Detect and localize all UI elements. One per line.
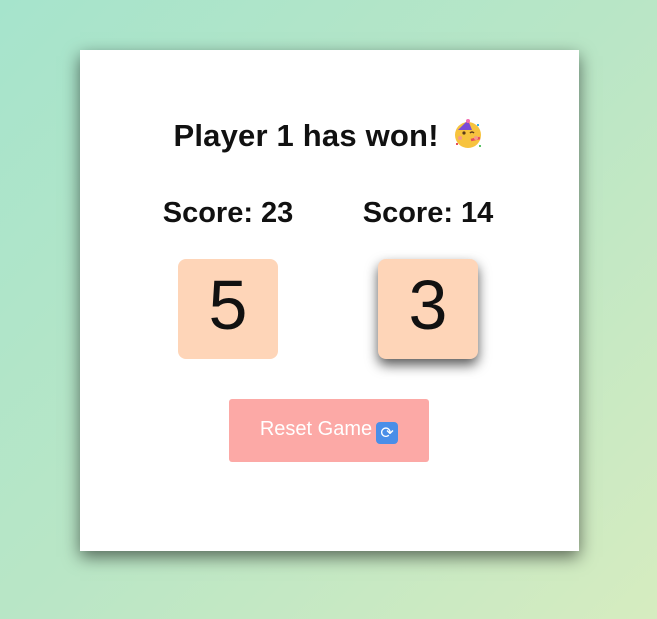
reset-button-label: Reset Game <box>259 417 373 440</box>
player-2-die[interactable]: 3 <box>378 259 478 359</box>
player-1-score: Score: 23 <box>128 197 328 230</box>
player-2-panel: Score: 14 3 <box>328 197 528 359</box>
status-heading: Player 1 has won! <box>0 118 657 154</box>
score-label: Score: <box>162 197 253 229</box>
score-value: 14 <box>461 197 494 229</box>
status-message: Player 1 has won! <box>173 118 439 153</box>
player-1-die[interactable]: 5 <box>178 259 278 359</box>
repeat-icon: ⟳ <box>376 421 399 444</box>
reset-game-button[interactable]: Reset Game ⟳ <box>229 399 429 462</box>
score-value: 23 <box>261 197 294 229</box>
player-1-panel: Score: 23 5 <box>128 197 328 359</box>
player-2-score: Score: 14 <box>328 197 528 230</box>
partying-face-icon <box>452 118 484 150</box>
score-label: Score: <box>362 197 453 229</box>
